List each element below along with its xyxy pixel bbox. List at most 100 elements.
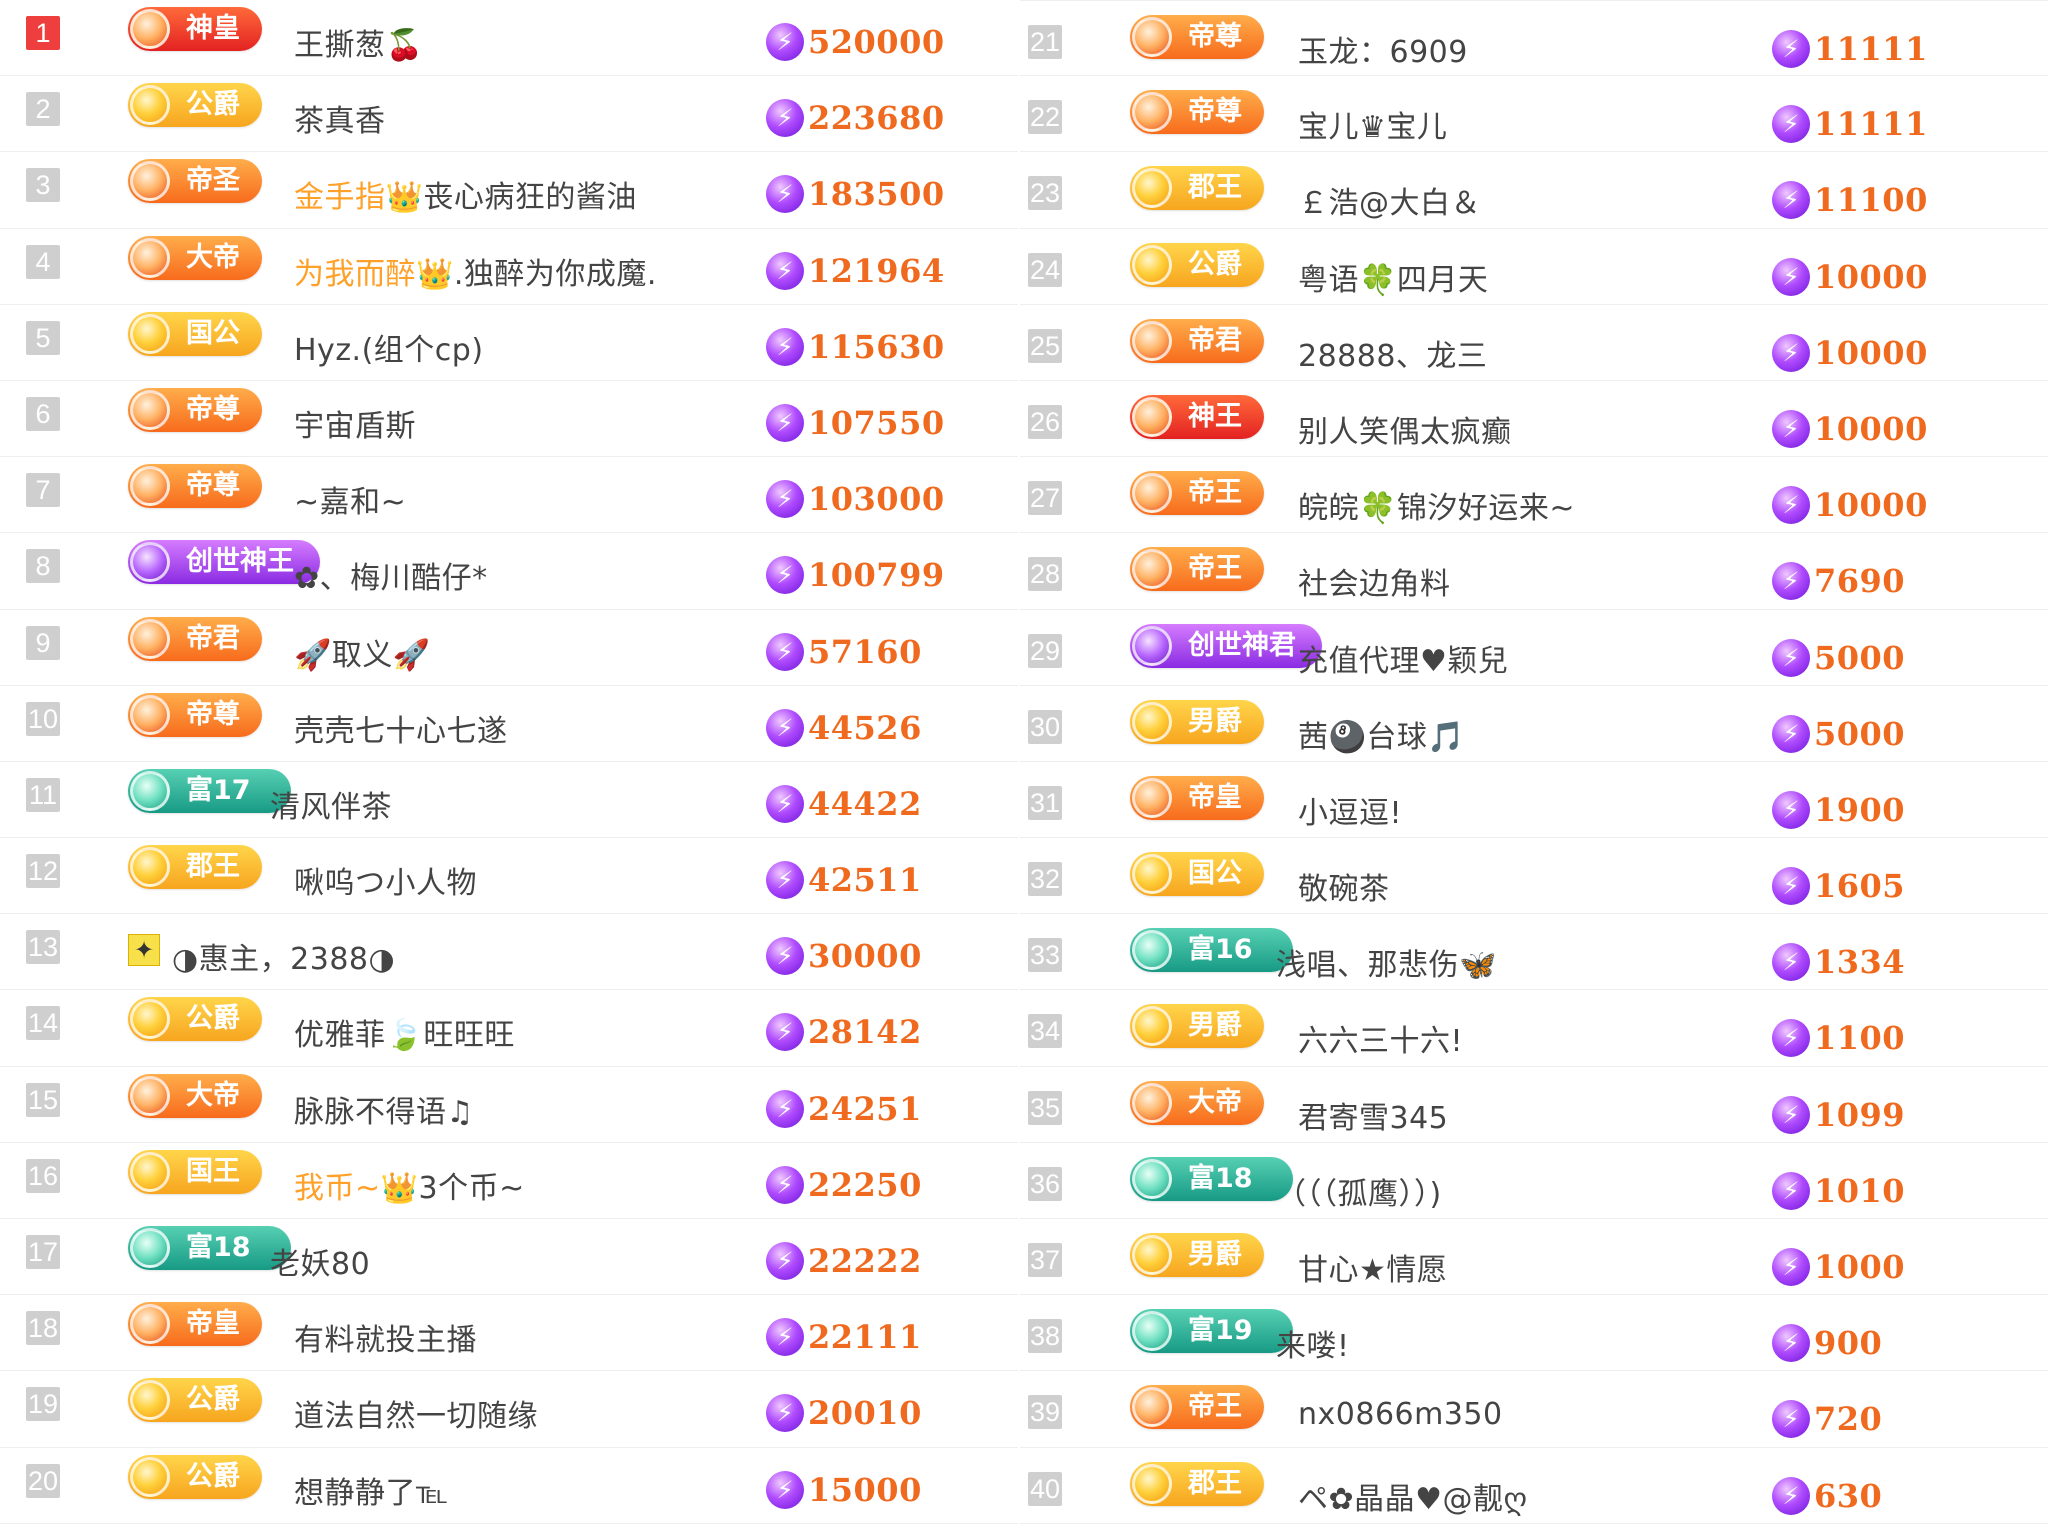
leaderboard-row[interactable]: 15 大帝 脉脉不得语♫ ⚡ 24251 — [0, 1067, 1018, 1143]
user-name[interactable]: ✿、梅川酷仔* — [294, 553, 488, 597]
user-name[interactable]: 老妖80 — [270, 1239, 370, 1283]
leaderboard-row[interactable]: 5 国公 Hyz.(组个cp) ⚡ 115630 — [0, 305, 1018, 381]
user-name[interactable]: ◑惠主，2388◑ — [172, 934, 395, 978]
leaderboard-row[interactable]: 25 帝君 28888、龙三 ⚡ 10000 — [1020, 305, 2048, 381]
leaderboard-row[interactable]: 12 郡王 啾呜つ小人物 ⚡ 42511 — [0, 838, 1018, 915]
user-name-text: ￡浩@大白＆ — [1298, 186, 1481, 222]
level-badge: 帝尊 — [128, 387, 262, 432]
leaderboard-row[interactable]: 36 富18 （（（孤鹰））) ⚡ 1010 — [1020, 1143, 2048, 1219]
rank-number: 1 — [26, 16, 60, 50]
user-name[interactable]: 敬碗茶 — [1298, 864, 1390, 908]
leaderboard-row[interactable]: 22 帝尊 宝儿♛宝儿 ⚡ 11111 — [1020, 76, 2048, 153]
score-value: 22250 — [808, 1165, 922, 1204]
leaderboard-row[interactable]: 26 神王 别人笑偶太疯癫 ⚡ 10000 — [1020, 381, 2048, 458]
user-name[interactable]: （（（孤鹰））) — [1276, 1169, 1442, 1213]
user-name[interactable]: 为我而醉👑.独醉为你成魔. — [294, 249, 657, 293]
leaderboard-row[interactable]: 40 郡王 ペ✿晶晶♥@靓ღ ⚡ 630 — [1020, 1448, 2048, 1524]
user-name[interactable]: 啾呜つ小人物 — [294, 858, 477, 902]
leaderboard-row[interactable]: 3 帝圣 金手指👑丧心病狂的酱油 ⚡ 183500 — [0, 152, 1018, 229]
leaderboard-row[interactable]: 2 公爵 茶真香 ⚡ 223680 — [0, 76, 1018, 153]
user-name[interactable]: 有料就投主播 — [294, 1315, 477, 1359]
user-name[interactable]: 浅唱、那悲伤🦋 — [1276, 940, 1497, 984]
badge-label: 创世神君 — [1188, 629, 1296, 661]
leaderboard-row[interactable]: 31 帝皇 小逗逗! ⚡ 1900 — [1020, 762, 2048, 839]
user-name[interactable]: ~嘉和~ — [294, 477, 406, 521]
user-name[interactable]: 茶真香 — [294, 96, 386, 140]
leaderboard-row[interactable]: 28 帝王 社会边角料 ⚡ 7690 — [1020, 533, 2048, 610]
user-name[interactable]: 壳壳七十心七遂 — [294, 706, 508, 750]
level-badge: 帝尊 — [1130, 15, 1264, 59]
leaderboard-row[interactable]: 30 男爵 茜🎱台球🎵 ⚡ 5000 — [1020, 686, 2048, 762]
leaderboard-row[interactable]: 37 男爵 甘心★情愿 ⚡ 1000 — [1020, 1219, 2048, 1296]
leaderboard-row[interactable]: 27 帝王 皖皖🍀锦汐好运来~ ⚡ 10000 — [1020, 457, 2048, 534]
user-name[interactable]: 优雅菲🍃旺旺旺 — [294, 1010, 515, 1054]
score-value: 1900 — [1814, 790, 1906, 829]
leaderboard-row[interactable]: 19 公爵 道法自然一切随缘 ⚡ 20010 — [0, 1371, 1018, 1448]
lightning-coin-icon: ⚡ — [1772, 790, 1810, 829]
user-name[interactable]: ペ✿晶晶♥@靓ღ — [1298, 1474, 1528, 1518]
leaderboard-row[interactable]: 32 国公 敬碗茶 ⚡ 1605 — [1020, 838, 2048, 915]
rank-number: 19 — [26, 1387, 60, 1422]
leaderboard-row[interactable]: 34 男爵 六六三十六! ⚡ 1100 — [1020, 990, 2048, 1067]
leaderboard-row[interactable]: 4 大帝 为我而醉👑.独醉为你成魔. ⚡ 121964 — [0, 229, 1018, 305]
leaderboard-row[interactable]: 21 帝尊 玉龙：6909 ⚡ 11111 — [1020, 0, 2048, 77]
leaderboard-row[interactable]: 17 富18 老妖80 ⚡ 22222 — [0, 1219, 1018, 1296]
user-name[interactable]: 皖皖🍀锦汐好运来~ — [1298, 483, 1575, 527]
user-name[interactable]: 宝儿♛宝儿 — [1298, 102, 1447, 146]
user-name[interactable]: 茜🎱台球🎵 — [1298, 712, 1465, 756]
user-name[interactable]: 六六三十六! — [1298, 1016, 1463, 1060]
user-name-text: 六六三十六! — [1298, 1024, 1464, 1060]
user-name[interactable]: 甘心★情愿 — [1298, 1245, 1447, 1289]
user-name[interactable]: 脉脉不得语♫ — [294, 1087, 474, 1131]
leaderboard-row[interactable]: 39 帝王 nx0866m350 ⚡ 720 — [1020, 1371, 2048, 1448]
leaderboard-row[interactable]: 11 富17 清风伴茶 ⚡ 44422 — [0, 762, 1018, 839]
user-name[interactable]: 🚀取义🚀 — [294, 630, 431, 674]
leaderboard-row[interactable]: 13 ✦ ◑惠主，2388◑ ⚡ 30000 — [0, 914, 1018, 991]
user-name[interactable]: 来喽! — [1276, 1321, 1350, 1365]
leaderboard-row[interactable]: 8 创世神王 ✿、梅川酷仔* ⚡ 100799 — [0, 533, 1018, 610]
user-name[interactable]: 粤语🍀四月天 — [1298, 255, 1488, 299]
score-value: 10000 — [1814, 333, 1928, 372]
lightning-coin-icon: ⚡ — [766, 784, 804, 823]
user-name[interactable]: 社会边角料 — [1298, 559, 1451, 603]
user-name[interactable]: 宇宙盾斯 — [294, 401, 416, 445]
badge-label: 帝尊 — [186, 470, 240, 502]
badge-label: 神王 — [1188, 400, 1242, 432]
leaderboard-row[interactable]: 18 帝皇 有料就投主播 ⚡ 22111 — [0, 1295, 1018, 1372]
score-value: 103000 — [808, 480, 945, 519]
user-name[interactable]: 想静静了℡ — [294, 1468, 449, 1512]
leaderboard-row[interactable]: 33 富16 浅唱、那悲伤🦋 ⚡ 1334 — [1020, 914, 2048, 991]
user-name[interactable]: 王撕葱🍒 — [294, 20, 423, 64]
leaderboard-row[interactable]: 38 富19 来喽! ⚡ 900 — [1020, 1295, 2048, 1372]
leaderboard-row[interactable]: 20 公爵 想静静了℡ ⚡ 15000 — [0, 1448, 1018, 1524]
score-value: 10000 — [1814, 257, 1928, 296]
lightning-coin-icon: ⚡ — [1772, 1324, 1810, 1363]
leaderboard-row[interactable]: 24 公爵 粤语🍀四月天 ⚡ 10000 — [1020, 229, 2048, 305]
user-name[interactable]: 我币~👑3个币~ — [294, 1163, 525, 1207]
user-name[interactable]: 清风伴茶 — [270, 782, 392, 826]
user-name[interactable]: 别人笑偶太疯癫 — [1298, 407, 1512, 451]
leaderboard-row[interactable]: 14 公爵 优雅菲🍃旺旺旺 ⚡ 28142 — [0, 990, 1018, 1067]
contribution-score: ⚡ 20010 — [766, 1391, 922, 1435]
leaderboard-row[interactable]: 9 帝君 🚀取义🚀 ⚡ 57160 — [0, 610, 1018, 686]
user-name[interactable]: 君寄雪345 — [1298, 1093, 1448, 1137]
badge-emblem-icon — [130, 85, 170, 126]
leaderboard-row[interactable]: 29 创世神君 充值代理♥颖兒 ⚡ 5000 — [1020, 610, 2048, 686]
user-name[interactable]: 充值代理♥颖兒 — [1298, 636, 1508, 680]
leaderboard-row[interactable]: 23 郡王 ￡浩@大白＆ ⚡ 11100 — [1020, 152, 2048, 229]
leaderboard-row[interactable]: 10 帝尊 壳壳七十心七遂 ⚡ 44526 — [0, 686, 1018, 762]
user-name[interactable]: 小逗逗! — [1298, 788, 1402, 832]
user-name-text: 清风伴茶 — [270, 789, 392, 825]
user-name[interactable]: Hyz.(组个cp) — [294, 325, 484, 369]
leaderboard-row[interactable]: 1 神皇 王撕葱🍒 ⚡ 520000 — [0, 0, 1018, 77]
user-name[interactable]: 道法自然一切随缘 — [294, 1391, 538, 1435]
leaderboard-row[interactable]: 16 国王 我币~👑3个币~ ⚡ 22250 — [0, 1143, 1018, 1219]
user-name[interactable]: 28888、龙三 — [1298, 331, 1487, 375]
leaderboard-row[interactable]: 6 帝尊 宇宙盾斯 ⚡ 107550 — [0, 381, 1018, 458]
user-name[interactable]: 金手指👑丧心病狂的酱油 — [294, 172, 637, 216]
user-name[interactable]: 玉龙：6909 — [1298, 27, 1468, 71]
user-name[interactable]: ￡浩@大白＆ — [1298, 178, 1481, 222]
leaderboard-row[interactable]: 7 帝尊 ~嘉和~ ⚡ 103000 — [0, 457, 1018, 534]
leaderboard-row[interactable]: 35 大帝 君寄雪345 ⚡ 1099 — [1020, 1067, 2048, 1143]
user-name[interactable]: nx0866m350 — [1298, 1397, 1503, 1432]
